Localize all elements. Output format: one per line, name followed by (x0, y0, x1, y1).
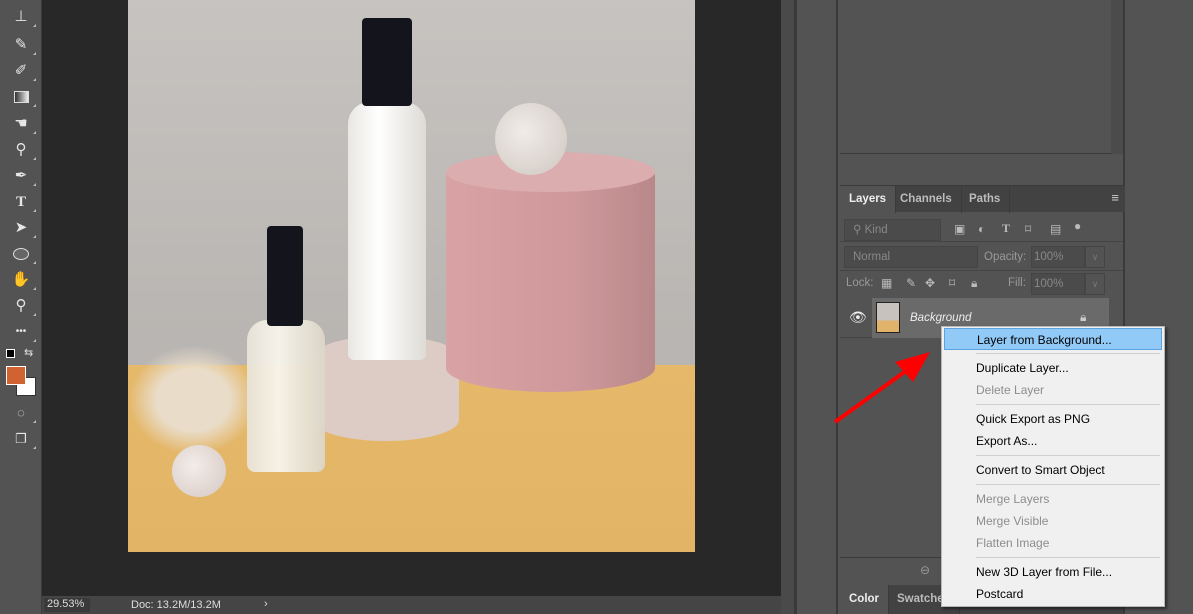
fill-dropdown-icon[interactable]: ∨ (1085, 273, 1105, 295)
zoom-icon[interactable]: ⚲ (9, 295, 36, 317)
menu-item-merge-visible[interactable]: Merge Visible (944, 510, 1162, 532)
screen-mode-icon[interactable]: ❐ (9, 428, 36, 450)
tab-paths[interactable]: Paths (960, 186, 1011, 213)
upper-panel (840, 0, 1123, 154)
link-layers-icon[interactable]: ⊖ (920, 563, 930, 577)
path-selection-icon[interactable]: ➤ (9, 217, 36, 239)
filter-kind-value: Kind (864, 224, 888, 236)
filter-shape-icon[interactable]: ⌑ (1025, 222, 1031, 236)
type-icon[interactable]: T (9, 191, 36, 213)
lock-all-icon[interactable]: 🔒︎ (971, 276, 977, 291)
lock-transparent-icon[interactable]: ▦ (881, 276, 892, 290)
tab-color[interactable]: Color (840, 585, 890, 614)
more-icon[interactable]: ••• (9, 321, 36, 343)
hand-icon[interactable]: ✋ (9, 269, 36, 291)
lock-artboard-icon[interactable]: ⌑ (949, 276, 955, 290)
menu-item-convert-smart-object[interactable]: Convert to Smart Object (944, 459, 1162, 481)
opacity-dropdown-icon[interactable]: ∨ (1085, 246, 1105, 268)
menu-item-quick-export-png[interactable]: Quick Export as PNG (944, 408, 1162, 430)
default-colors-icon[interactable] (6, 349, 15, 358)
zoom-level[interactable]: 29.53% (44, 598, 90, 612)
upper-scrollbar[interactable] (1111, 0, 1123, 154)
fill-label: Fill: (1008, 277, 1026, 289)
collapsed-panel-dock (799, 0, 838, 614)
ellipse-icon[interactable] (9, 243, 36, 265)
panel-divider (781, 0, 797, 614)
lock-image-icon[interactable]: ✎ (906, 276, 916, 290)
visibility-eye-icon[interactable]: 👁︎ (849, 309, 867, 326)
status-menu-arrow[interactable]: › (264, 598, 268, 610)
layer-thumbnail (876, 302, 900, 333)
gradient-icon[interactable] (9, 86, 36, 108)
blend-mode-select[interactable]: Normal (844, 246, 978, 268)
filter-pixel-icon[interactable]: ▣ (954, 222, 965, 236)
swap-colors-icon[interactable]: ⇆ (24, 346, 33, 359)
filter-toggle-icon[interactable]: ● (1074, 219, 1081, 233)
menu-item-postcard[interactable]: Postcard (944, 583, 1162, 605)
pen-icon[interactable]: ✒ (9, 165, 36, 187)
eraser-icon[interactable]: ✐ (9, 60, 36, 82)
lock-label: Lock: (846, 277, 874, 289)
dodge-icon[interactable]: ⚲ (9, 139, 36, 161)
tools-panel: ⊥ ✎ ✐ ☚ ⚲ ✒ T ➤ ✋ ⚲ ••• ⇆ ◌ ❐ (0, 0, 42, 614)
tab-channels[interactable]: Channels (891, 186, 962, 213)
status-bar: 29.53% Doc: 13.2M/13.2M › (42, 596, 781, 614)
layer-context-menu: Layer from Background... Duplicate Layer… (941, 326, 1165, 607)
quick-mask-icon[interactable]: ◌ (9, 402, 36, 424)
foreground-color-swatch[interactable] (6, 366, 26, 385)
fill-input[interactable]: 100% (1031, 273, 1085, 295)
opacity-label: Opacity: (984, 251, 1027, 263)
layer-lock-icon[interactable]: 🔒︎ (1080, 310, 1086, 325)
lock-position-icon[interactable]: ✥ (925, 276, 935, 290)
layers-tabs: Layers Channels Paths ≡ (840, 185, 1125, 213)
history-brush-icon[interactable]: ✎ (9, 34, 36, 56)
tab-layers[interactable]: Layers (840, 186, 897, 213)
stamp-icon[interactable]: ⊥ (9, 6, 36, 28)
filter-adjustment-icon[interactable]: ◐ (978, 222, 985, 236)
menu-item-merge-layers[interactable]: Merge Layers (944, 488, 1162, 510)
opacity-input[interactable]: 100% (1031, 246, 1085, 268)
menu-item-layer-from-background[interactable]: Layer from Background... (944, 328, 1162, 350)
red-arrow-annotation (833, 352, 930, 424)
search-icon: ⚲ (853, 224, 865, 236)
filter-kind-select[interactable]: ⚲ Kind (844, 219, 941, 241)
menu-item-new-3d-layer[interactable]: New 3D Layer from File... (944, 561, 1162, 583)
menu-item-flatten-image[interactable]: Flatten Image (944, 532, 1162, 554)
document-image (128, 0, 695, 552)
menu-item-delete-layer[interactable]: Delete Layer (944, 379, 1162, 401)
panel-menu-icon[interactable]: ≡ (1111, 190, 1119, 205)
menu-item-duplicate-layer[interactable]: Duplicate Layer... (944, 357, 1162, 379)
filter-type-icon[interactable]: T (1002, 221, 1010, 236)
layer-name[interactable]: Background (910, 312, 971, 324)
doc-size: Doc: 13.2M/13.2M (131, 599, 221, 611)
menu-item-export-as[interactable]: Export As... (944, 430, 1162, 452)
smudge-icon[interactable]: ☚ (9, 113, 36, 135)
filter-smart-object-icon[interactable]: ▤ (1050, 222, 1061, 236)
